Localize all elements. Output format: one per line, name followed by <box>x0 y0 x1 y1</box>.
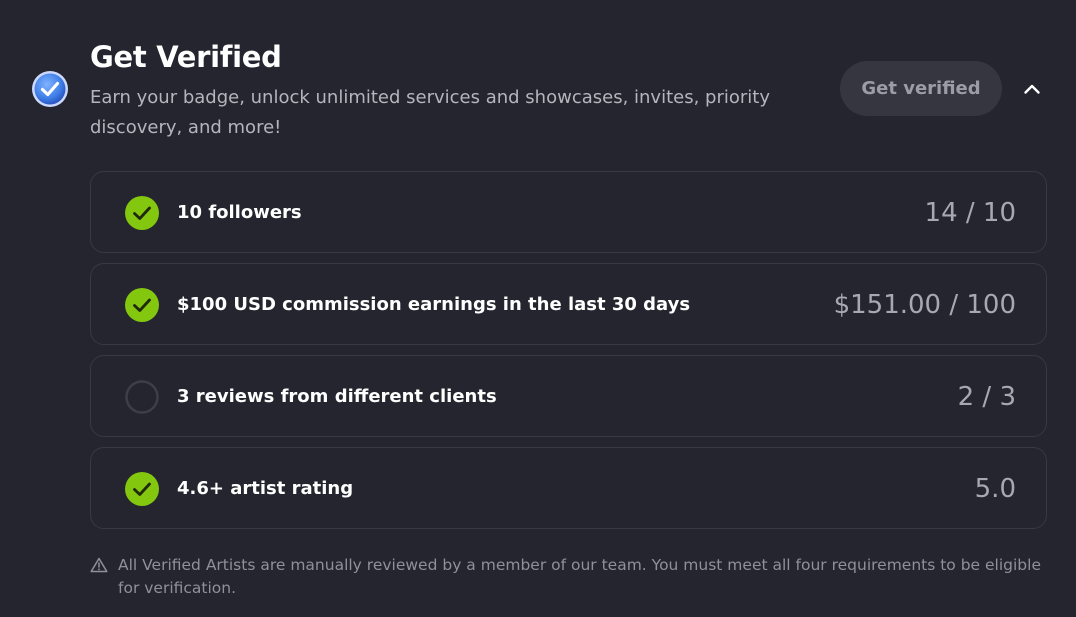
requirement-label: 10 followers <box>177 202 302 223</box>
page-subtitle: Earn your badge, unlock unlimited servic… <box>90 87 770 138</box>
requirement-progress: $151.00 / 100 <box>833 290 1016 320</box>
requirement-row-earnings: $100 USD commission earnings in the last… <box>90 263 1047 345</box>
get-verified-panel: Get Verified Earn your badge, unlock unl… <box>0 0 1076 617</box>
verified-badge-icon <box>31 70 69 108</box>
requirement-label: 3 reviews from different clients <box>177 386 497 407</box>
get-verified-button[interactable]: Get verified <box>840 61 1002 116</box>
requirement-label: $100 USD commission earnings in the last… <box>177 294 691 315</box>
requirement-row-followers: 10 followers 14 / 10 <box>90 171 1047 253</box>
check-complete-icon <box>125 288 159 322</box>
footnote-text: All Verified Artists are manually review… <box>118 556 1041 597</box>
requirement-progress: 14 / 10 <box>924 198 1016 228</box>
requirement-progress: 5.0 <box>974 474 1016 504</box>
requirement-progress: 2 / 3 <box>957 382 1016 412</box>
check-complete-icon <box>125 472 159 506</box>
requirement-row-reviews: 3 reviews from different clients 2 / 3 <box>90 355 1047 437</box>
requirements-list: 10 followers 14 / 10 $100 USD commission… <box>90 171 1047 539</box>
collapse-button[interactable] <box>1017 74 1047 104</box>
page-title: Get Verified <box>90 40 282 74</box>
chevron-up-icon <box>1024 84 1040 94</box>
check-complete-icon <box>125 196 159 230</box>
requirement-row-rating: 4.6+ artist rating 5.0 <box>90 447 1047 529</box>
check-incomplete-icon <box>125 380 159 414</box>
verification-footnote: All Verified Artists are manually review… <box>90 554 1050 600</box>
requirement-label: 4.6+ artist rating <box>177 478 354 499</box>
warning-icon <box>90 557 108 573</box>
